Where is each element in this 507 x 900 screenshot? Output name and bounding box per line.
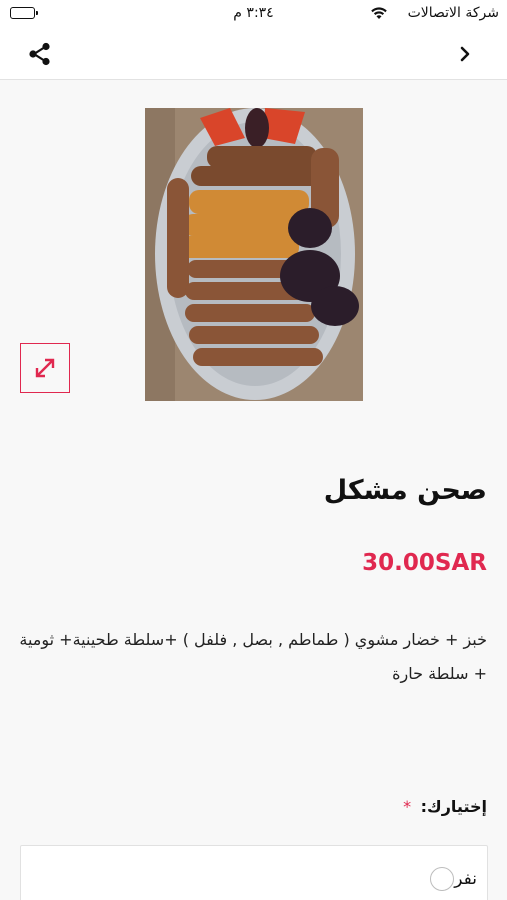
- choice-label-text: إختيارك:: [420, 797, 487, 816]
- carrier-name: شركة الاتصالات: [407, 5, 499, 21]
- required-mark: *: [403, 797, 412, 816]
- expand-icon: [35, 358, 55, 378]
- radio-button[interactable]: [430, 867, 455, 891]
- option-label: نفر: [454, 869, 477, 889]
- wifi-icon: [371, 7, 387, 19]
- expand-image-button[interactable]: [20, 343, 70, 393]
- nav-bar: [0, 28, 507, 80]
- choice-label: إختيارك: *: [403, 797, 487, 816]
- chevron-right-icon[interactable]: [455, 42, 475, 66]
- product-title: صحن مشكل: [323, 475, 487, 506]
- grill-platter-image: [145, 108, 363, 401]
- product-price: 30.00SAR: [362, 550, 487, 576]
- product-image[interactable]: [145, 108, 363, 401]
- options-card: نفر: [20, 845, 488, 900]
- option-item[interactable]: نفر: [416, 864, 477, 894]
- product-description: خبز + خضار مشوي ( طماطم , بصل , فلفل ) +…: [19, 630, 487, 683]
- share-icon[interactable]: [26, 40, 54, 68]
- status-bar: ٣:٣٤ م شركة الاتصالات: [0, 0, 507, 28]
